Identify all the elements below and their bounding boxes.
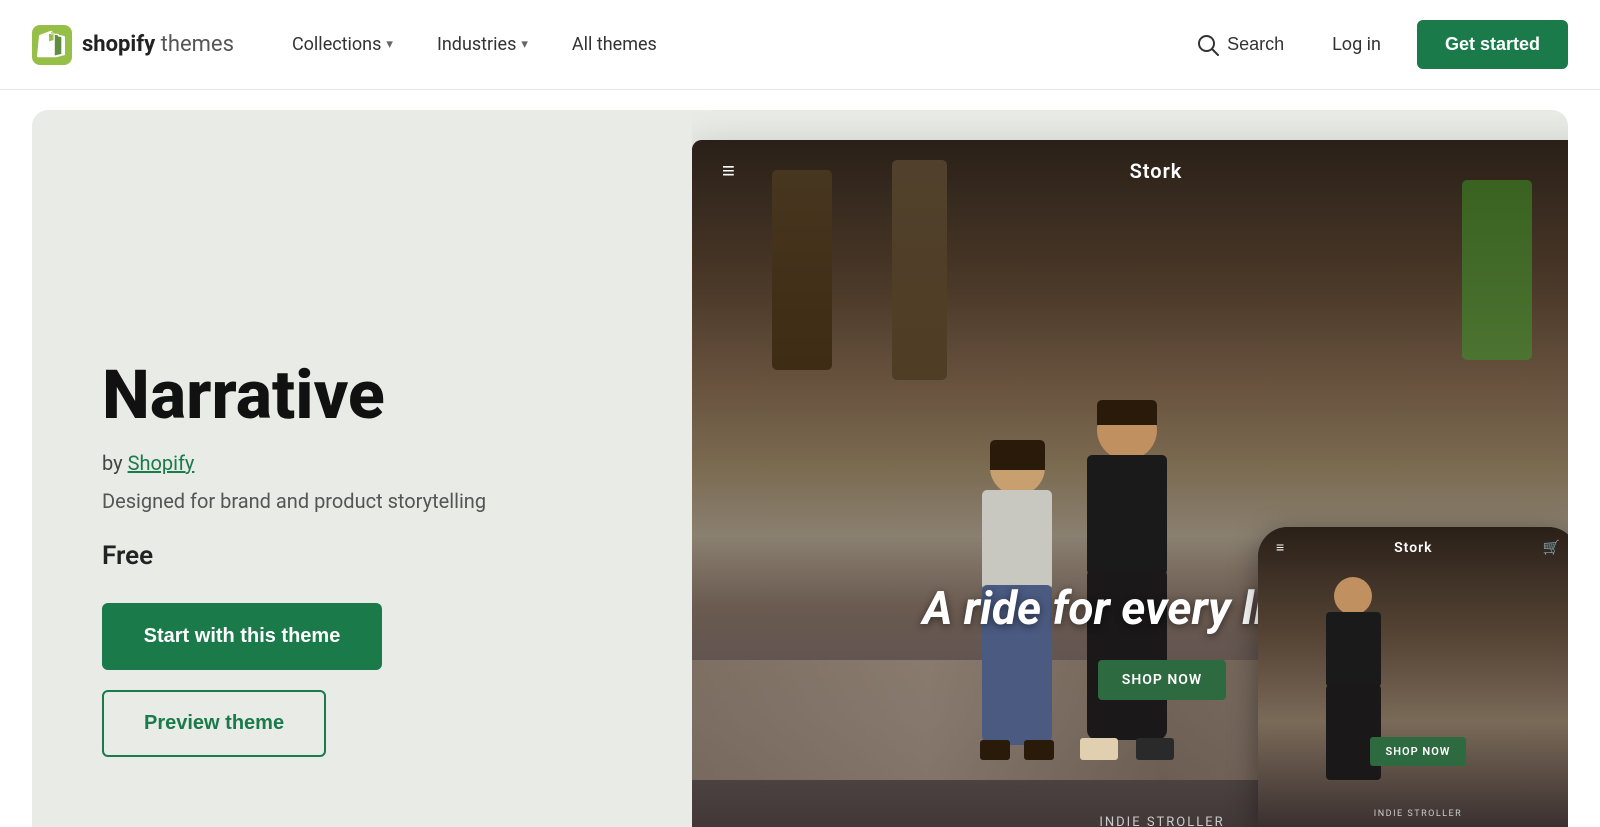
main-card: Narrative by Shopify Designed for brand …	[32, 110, 1568, 827]
mobile-preview: ≡ Stork 🛒 SHOP NOW INDIE STROLLER	[1258, 527, 1568, 827]
left-panel: Narrative by Shopify Designed for brand …	[32, 110, 692, 827]
preview-hamburger-icon: ≡	[722, 158, 735, 184]
mobile-hamburger-icon: ≡	[1276, 539, 1284, 556]
nav-right-actions: Search Log in Get started	[1185, 20, 1568, 69]
logo-text: shopify themes	[82, 32, 234, 57]
preview-theme-button[interactable]: Preview theme	[102, 690, 326, 757]
navigation: shopify themes Collections ▾ Industries …	[0, 0, 1600, 90]
nav-all-themes[interactable]: All themes	[554, 26, 675, 63]
start-theme-button[interactable]: Start with this theme	[102, 603, 382, 670]
mobile-brand-label: Stork	[1394, 540, 1432, 556]
action-buttons: Start with this theme Preview theme	[102, 603, 622, 757]
get-started-button[interactable]: Get started	[1417, 20, 1568, 69]
preview-caption: INDIE STROLLER	[1099, 815, 1224, 827]
person-man	[1072, 400, 1182, 760]
nav-industries[interactable]: Industries ▾	[419, 26, 546, 63]
by-line: by Shopify	[102, 451, 622, 475]
theme-price: Free	[102, 541, 622, 571]
shopify-logo-icon	[32, 25, 72, 65]
preview-nav: ≡ Stork 🛒	[692, 140, 1568, 202]
logo[interactable]: shopify themes	[32, 25, 234, 65]
search-button[interactable]: Search	[1185, 26, 1296, 64]
mobile-shop-button: SHOP NOW	[1370, 737, 1467, 766]
main-wrapper: Narrative by Shopify Designed for brand …	[0, 90, 1600, 827]
preview-shop-button: SHOP NOW	[1098, 660, 1226, 700]
mobile-overlay: SHOP NOW	[1258, 737, 1568, 772]
mobile-nav: ≡ Stork 🛒	[1258, 527, 1568, 568]
nav-collections[interactable]: Collections ▾	[274, 26, 411, 63]
preview-brand-label: Stork	[1130, 159, 1183, 183]
nav-links: Collections ▾ Industries ▾ All themes	[274, 26, 1185, 63]
mobile-cart-icon: 🛒	[1543, 540, 1560, 556]
author-link[interactable]: Shopify	[128, 451, 195, 475]
right-panel: ≡ Stork 🛒 A ride for every lifestyle SHO…	[692, 110, 1568, 827]
login-button[interactable]: Log in	[1320, 26, 1393, 63]
theme-description: Designed for brand and product storytell…	[102, 489, 622, 513]
mobile-caption: INDIE STROLLER	[1374, 809, 1462, 819]
tree3	[1462, 180, 1532, 360]
chevron-down-icon: ▾	[386, 37, 393, 52]
theme-title: Narrative	[102, 358, 622, 433]
chevron-down-icon: ▾	[521, 37, 528, 52]
search-icon	[1197, 34, 1219, 56]
